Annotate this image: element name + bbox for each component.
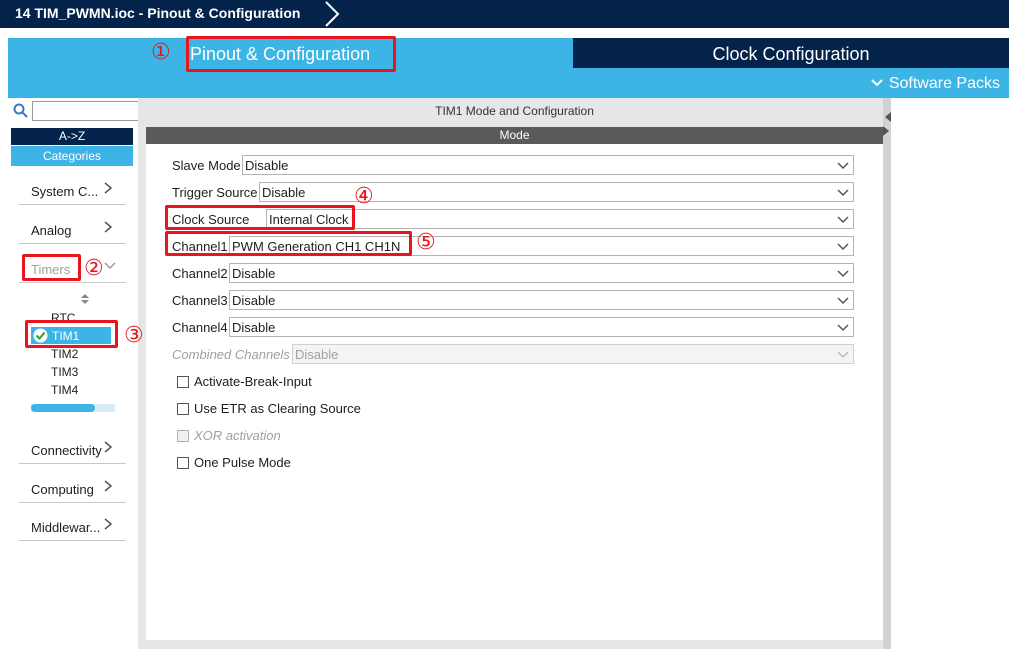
search-icon[interactable] <box>13 103 29 119</box>
select-value: Disable <box>295 347 339 362</box>
tab-clock-configuration[interactable]: Clock Configuration <box>573 38 1009 68</box>
dropdown-arrow-icon <box>837 243 849 251</box>
field-label-slave-mode: Slave Mode <box>172 158 241 173</box>
dropdown-arrow-icon <box>837 216 849 224</box>
slave-mode-select[interactable]: Disable <box>242 155 854 175</box>
channel4-select[interactable]: Disable <box>229 317 854 337</box>
categories-button[interactable]: Categories <box>11 146 133 166</box>
software-packs-label: Software Packs <box>888 75 1000 92</box>
select-value: Disable <box>262 185 306 200</box>
title-bar: 14 TIM_PWMN.ioc - Pinout & Configuration <box>0 0 1009 28</box>
select-value: Disable <box>232 293 276 308</box>
chevron-right-icon <box>104 221 113 233</box>
chevron-right-icon <box>104 518 113 530</box>
tab-clock-label: Clock Configuration <box>712 44 870 64</box>
category-label: Middlewar... <box>31 520 101 535</box>
highlight-box <box>25 320 118 348</box>
chevron-right-icon <box>104 480 113 492</box>
chevron-right-icon <box>104 441 113 453</box>
field-label-trigger-source: Trigger Source <box>172 185 258 200</box>
checkbox-label: XOR activation <box>194 428 281 443</box>
select-value: Disable <box>232 320 276 335</box>
dropdown-arrow-icon <box>837 270 849 278</box>
dropdown-arrow-icon <box>837 351 849 359</box>
category-system-core[interactable]: System C... <box>19 177 126 205</box>
checkbox-label: Use ETR as Clearing Source <box>194 401 361 416</box>
scrollbar-thumb[interactable] <box>31 404 95 412</box>
chevron-down-icon <box>104 262 116 270</box>
breadcrumb-chevron-icon <box>325 1 340 27</box>
peripheral-tim3[interactable]: TIM3 <box>51 365 78 379</box>
category-label: Analog <box>31 223 72 238</box>
annotation-number: ③ <box>124 322 144 347</box>
collapse-arrow-icon[interactable] <box>883 112 891 122</box>
field-label-combined-channels: Combined Channels <box>172 347 290 362</box>
category-label: System C... <box>31 184 99 199</box>
trigger-source-select[interactable]: Disable <box>259 182 854 202</box>
checkbox-label: Activate-Break-Input <box>194 374 312 389</box>
annotation-number: ④ <box>354 183 374 208</box>
field-label-channel2: Channel2 <box>172 266 228 281</box>
chevron-right-icon <box>104 182 113 194</box>
one-pulse-mode-checkbox[interactable] <box>177 457 189 469</box>
checkbox-label: One Pulse Mode <box>194 455 291 470</box>
app-window: 14 TIM_PWMN.ioc - Pinout & Configuration… <box>0 0 1009 649</box>
category-analog[interactable]: Analog <box>19 216 126 244</box>
category-label: Connectivity <box>31 443 102 458</box>
channel3-select[interactable]: Disable <box>229 290 854 310</box>
field-label-channel4: Channel4 <box>172 320 228 335</box>
annotation-number: ② <box>84 255 104 280</box>
field-label-channel3: Channel3 <box>172 293 228 308</box>
panel-splitter[interactable] <box>883 98 891 649</box>
dropdown-arrow-icon <box>837 162 849 170</box>
scroll-arrows-icon[interactable] <box>80 293 90 305</box>
peripheral-tim4[interactable]: TIM4 <box>51 383 78 397</box>
category-connectivity[interactable]: Connectivity <box>19 436 126 464</box>
xor-activation-checkbox <box>177 430 189 442</box>
select-value: Disable <box>232 266 276 281</box>
select-value: Disable <box>245 158 289 173</box>
annotation-number: ① <box>151 39 171 64</box>
dropdown-arrow-icon <box>837 297 849 305</box>
channel2-select[interactable]: Disable <box>229 263 854 283</box>
highlight-box <box>165 205 355 230</box>
dropdown-arrow-icon <box>837 189 849 197</box>
use-etr-clearing-checkbox[interactable] <box>177 403 189 415</box>
peripheral-tim2[interactable]: TIM2 <box>51 347 78 361</box>
mode-section-header[interactable]: Mode <box>146 127 883 144</box>
chevron-down-icon <box>871 79 883 87</box>
sort-az-button[interactable]: A->Z <box>11 128 133 145</box>
category-label: Computing <box>31 482 94 497</box>
category-computing[interactable]: Computing <box>19 475 126 503</box>
software-packs-menu[interactable]: Software Packs <box>871 75 1000 93</box>
window-title: 14 TIM_PWMN.ioc - Pinout & Configuration <box>15 5 301 21</box>
activate-break-input-checkbox[interactable] <box>177 376 189 388</box>
annotation-number: ⑤ <box>416 229 436 254</box>
dropdown-arrow-icon <box>837 324 849 332</box>
search-input[interactable] <box>32 101 140 121</box>
category-middleware[interactable]: Middlewar... <box>19 513 126 541</box>
highlight-box <box>165 231 412 256</box>
expand-arrow-icon[interactable] <box>883 126 891 136</box>
highlight-box <box>22 254 81 281</box>
panel-title: TIM1 Mode and Configuration <box>435 104 594 118</box>
combined-channels-select: Disable <box>292 344 854 364</box>
highlight-box <box>186 36 396 72</box>
